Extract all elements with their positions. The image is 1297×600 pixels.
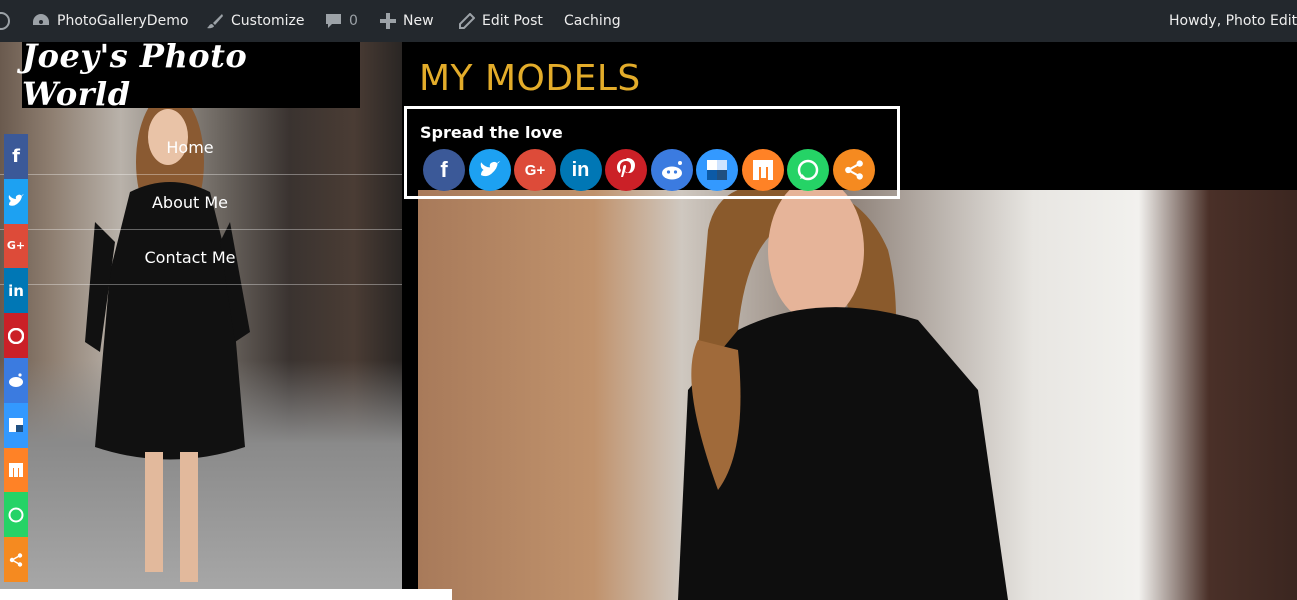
customize-label: Customize (231, 13, 305, 29)
plus-icon (380, 13, 396, 29)
nav-home[interactable]: Home (90, 138, 290, 157)
delicious-share-button[interactable] (696, 149, 738, 191)
mix-icon (752, 160, 773, 180)
floating-facebook-icon[interactable]: f (4, 134, 28, 179)
site-logo[interactable]: Joey's Photo World (22, 42, 360, 113)
howdy-label: Howdy, Photo Edit (1169, 13, 1297, 29)
share-box: Spread the love f G+ in (404, 106, 900, 199)
floating-delicious-icon[interactable] (4, 402, 28, 448)
model-figure-image (85, 92, 250, 582)
bottom-notification-strip (0, 589, 452, 600)
brush-icon (207, 14, 223, 29)
pinterest-icon (617, 158, 635, 177)
sidebar: Joey's Photo World Home About Me Contact… (0, 42, 402, 600)
caching-label: Caching (564, 13, 621, 29)
reddit-icon (661, 161, 682, 180)
new-label: New (403, 13, 434, 29)
twitter-icon (480, 161, 500, 177)
google-plus-share-button[interactable]: G+ (514, 149, 556, 191)
nav-contact-me[interactable]: Contact Me (90, 248, 290, 267)
more-share-button[interactable] (832, 149, 875, 191)
nav-about-me[interactable]: About Me (90, 193, 290, 212)
comments-count: 0 (349, 13, 358, 29)
pinterest-share-button[interactable] (605, 149, 647, 191)
wordpress-logo-icon[interactable] (0, 0, 10, 42)
share-icons-row: f G+ in (423, 149, 875, 191)
site-name-label: PhotoGalleryDemo (57, 13, 189, 29)
nav-divider (0, 174, 402, 175)
account-menu[interactable]: Howdy, Photo Edit (1169, 0, 1297, 42)
floating-share-bar: f G+ in (4, 134, 28, 582)
nav-divider (0, 229, 402, 230)
google-plus-icon: G+ (524, 161, 546, 179)
dashboard-icon (33, 14, 49, 25)
site-name-link[interactable]: PhotoGalleryDemo (32, 0, 188, 42)
facebook-share-button[interactable]: f (423, 149, 465, 191)
floating-google-plus-icon[interactable]: G+ (4, 223, 28, 269)
mix-share-button[interactable] (741, 149, 784, 191)
floating-whatsapp-icon[interactable] (4, 492, 28, 538)
linkedin-share-button[interactable]: in (559, 149, 602, 191)
delicious-icon (707, 160, 727, 180)
admin-bar: PhotoGalleryDemo Customize 0 New Edit Po… (0, 0, 1297, 42)
reddit-share-button[interactable] (650, 149, 693, 191)
caching-link[interactable]: Caching (564, 0, 621, 42)
facebook-icon: f (440, 157, 448, 182)
linkedin-icon: in (571, 158, 590, 181)
featured-photo[interactable] (418, 190, 1297, 600)
page-title: MY MODELS (419, 58, 641, 99)
new-content-link[interactable]: New (380, 0, 434, 42)
pencil-icon (459, 12, 475, 29)
comment-bubble-icon (326, 14, 341, 28)
customize-link[interactable]: Customize (206, 0, 305, 42)
floating-linkedin-icon[interactable]: in (4, 268, 28, 314)
floating-mix-icon[interactable] (4, 447, 28, 493)
whatsapp-icon (797, 159, 819, 181)
whatsapp-share-button[interactable] (787, 149, 829, 191)
share-heading: Spread the love (420, 123, 563, 142)
floating-pinterest-icon[interactable] (4, 313, 28, 358)
floating-share-icon[interactable] (4, 537, 28, 582)
floating-reddit-icon[interactable] (4, 357, 28, 403)
share-icon (844, 160, 863, 180)
twitter-share-button[interactable] (468, 149, 511, 191)
edit-post-label: Edit Post (482, 13, 543, 29)
comments-link[interactable]: 0 (325, 0, 358, 42)
main-content: MY MODELS Spread the love f G+ in (402, 42, 1297, 600)
nav-divider (0, 284, 402, 285)
model-portrait-image (678, 190, 1008, 600)
floating-twitter-icon[interactable] (4, 178, 28, 224)
edit-post-link[interactable]: Edit Post (458, 0, 543, 42)
